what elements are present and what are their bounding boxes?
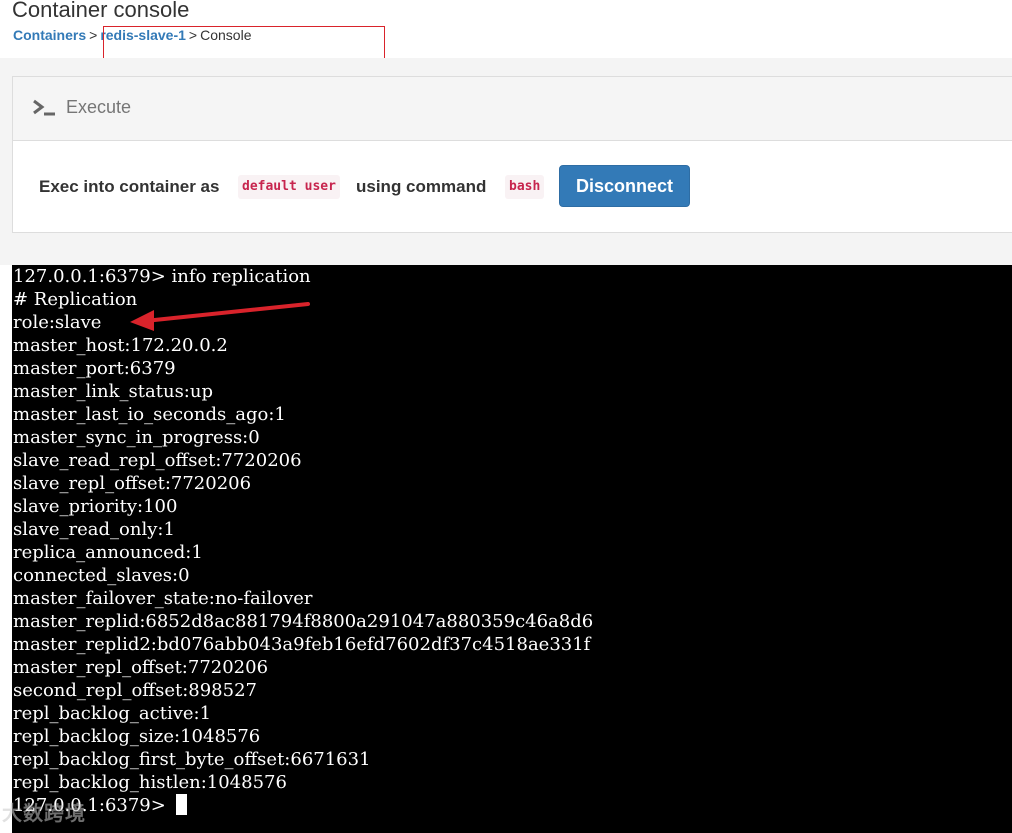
command-code-chip: bash bbox=[505, 175, 545, 199]
breadcrumb-containers-link[interactable]: Containers bbox=[13, 27, 86, 43]
container-console-page: Container console Containers > redis-slave… bbox=[0, 0, 1012, 833]
panel-heading: Execute bbox=[13, 77, 1012, 141]
disconnect-button[interactable]: Disconnect bbox=[559, 165, 690, 207]
panel-body: Exec into container as default user usin… bbox=[13, 140, 1012, 232]
terminal-console[interactable]: 127.0.0.1:6379> info replication # Replic… bbox=[12, 265, 1012, 833]
exec-label: Exec into container as bbox=[39, 177, 220, 196]
watermark: 大数跨境 bbox=[2, 801, 86, 825]
execute-panel: Execute Exec into container as default u… bbox=[12, 76, 1012, 233]
terminal-icon bbox=[33, 99, 55, 116]
panel-title: Execute bbox=[66, 97, 132, 117]
breadcrumb-separator: > bbox=[89, 27, 98, 43]
using-command-label: using command bbox=[356, 177, 487, 196]
page-title: Container console bbox=[12, 0, 190, 22]
annotation-arrow bbox=[130, 302, 310, 331]
user-code-chip: default user bbox=[238, 175, 340, 199]
